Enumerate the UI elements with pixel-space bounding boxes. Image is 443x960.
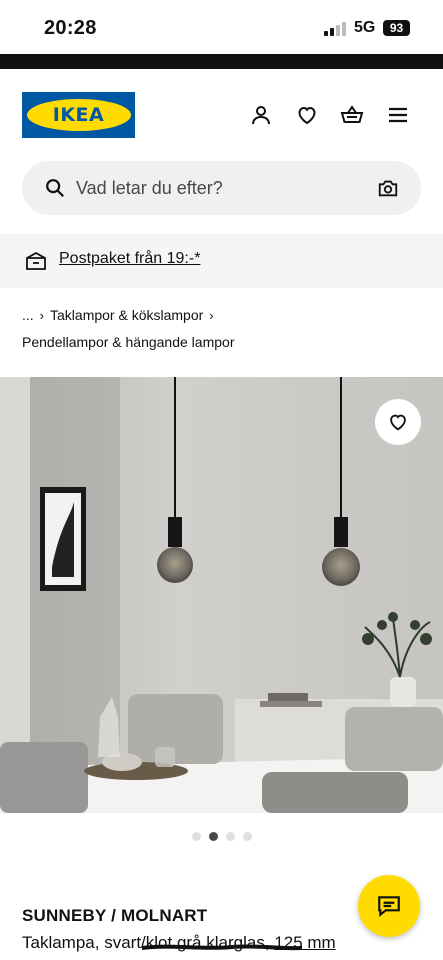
top-strip: [0, 54, 443, 69]
search-input[interactable]: [76, 161, 356, 215]
menu-icon[interactable]: [386, 103, 410, 127]
redaction-scribble: [142, 944, 302, 951]
camera-icon[interactable]: [377, 177, 399, 199]
heart-icon: [390, 414, 406, 431]
chat-button[interactable]: [358, 875, 420, 937]
battery-indicator: 93: [383, 20, 410, 36]
delivery-link[interactable]: Postpaket från 19:-*: [59, 249, 200, 269]
chevron-right-icon: ›: [209, 308, 214, 323]
truck-box-icon: [26, 251, 46, 270]
chat-icon: [378, 896, 400, 917]
product-name: SUNNEBY / MOLNART: [22, 906, 208, 925]
network-label: 5G: [354, 19, 376, 36]
logo-text: IKEA: [52, 104, 105, 126]
carousel-dot[interactable]: [191, 832, 201, 841]
delivery-banner: Postpaket från 19:-*: [0, 234, 443, 288]
search-bar[interactable]: [22, 161, 421, 215]
status-time: 20:28: [44, 17, 97, 39]
heart-icon[interactable]: [295, 103, 319, 127]
ikea-logo[interactable]: IKEA: [22, 92, 135, 138]
favorite-button[interactable]: [375, 399, 421, 445]
carousel-dot[interactable]: [242, 832, 252, 841]
breadcrumb-item-taklampor[interactable]: Taklampor & kökslampor: [50, 307, 203, 323]
product-image[interactable]: [0, 377, 443, 813]
search-icon: [46, 179, 65, 198]
signal-icon: [324, 22, 346, 36]
user-icon[interactable]: [249, 103, 273, 127]
status-bar: 20:28 5G 93: [0, 0, 443, 54]
logo-oval: IKEA: [26, 99, 131, 131]
breadcrumb: ... › Taklampor & kökslampor › Pendellampor…: [22, 302, 422, 356]
breadcrumb-ellipsis[interactable]: ...: [22, 307, 34, 323]
chevron-right-icon: ›: [39, 308, 45, 323]
basket-icon[interactable]: [340, 103, 364, 127]
breadcrumb-item-pendellampor[interactable]: Pendellampor & hängande lampor: [22, 329, 422, 356]
site-header: IKEA: [0, 69, 443, 159]
carousel-dots: [0, 832, 443, 844]
carousel-dot-active[interactable]: [208, 832, 218, 841]
carousel-dot[interactable]: [225, 832, 235, 841]
